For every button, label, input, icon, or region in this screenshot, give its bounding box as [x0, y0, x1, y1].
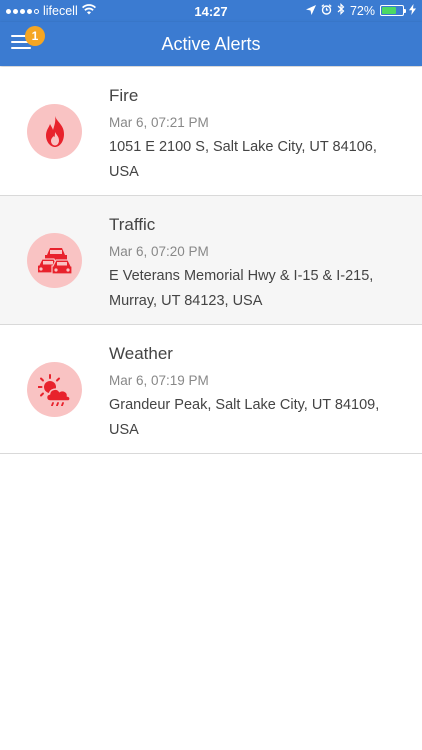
traffic-cars-icon: [27, 233, 82, 288]
alarm-icon: [321, 3, 332, 18]
alert-title: Traffic: [109, 215, 156, 234]
alert-time: Mar 6, 07:21 PM: [109, 115, 209, 130]
page-title: Active Alerts: [161, 34, 261, 54]
header-bar: 1 Active Alerts: [0, 22, 422, 66]
bluetooth-icon: [337, 3, 345, 18]
alert-title: Weather: [109, 344, 173, 363]
location-arrow-icon: [305, 4, 316, 18]
fire-icon: [27, 104, 82, 159]
alert-item-fire[interactable]: Fire Mar 6, 07:21 PM 1051 E 2100 S, Salt…: [0, 67, 422, 196]
alert-time: Mar 6, 07:19 PM: [109, 373, 209, 388]
alert-details: Weather Mar 6, 07:19 PM Grandeur Peak, S…: [109, 343, 410, 443]
status-bar: lifecell 14:27 72%: [0, 0, 422, 22]
alert-time: Mar 6, 07:20 PM: [109, 244, 209, 259]
alert-address: 1051 E 2100 S, Salt Lake City, UT 84106,…: [109, 139, 377, 180]
charging-icon: [409, 3, 416, 18]
alerts-list: Fire Mar 6, 07:21 PM 1051 E 2100 S, Salt…: [0, 67, 422, 454]
alert-address: Grandeur Peak, Salt Lake City, UT 84109,…: [109, 397, 380, 438]
battery-percent: 72%: [349, 3, 375, 18]
status-right: 72%: [305, 3, 416, 18]
alert-title: Fire: [109, 86, 139, 105]
battery-icon: [380, 5, 406, 16]
weather-sun-cloud-icon: [27, 362, 82, 417]
alert-details: Traffic Mar 6, 07:20 PM E Veterans Memor…: [109, 214, 410, 314]
alert-address: E Veterans Memorial Hwy & I-15 & I-215, …: [109, 268, 374, 309]
alert-item-weather[interactable]: Weather Mar 6, 07:19 PM Grandeur Peak, S…: [0, 325, 422, 454]
alert-item-traffic[interactable]: Traffic Mar 6, 07:20 PM E Veterans Memor…: [0, 196, 422, 325]
alert-details: Fire Mar 6, 07:21 PM 1051 E 2100 S, Salt…: [109, 85, 410, 185]
